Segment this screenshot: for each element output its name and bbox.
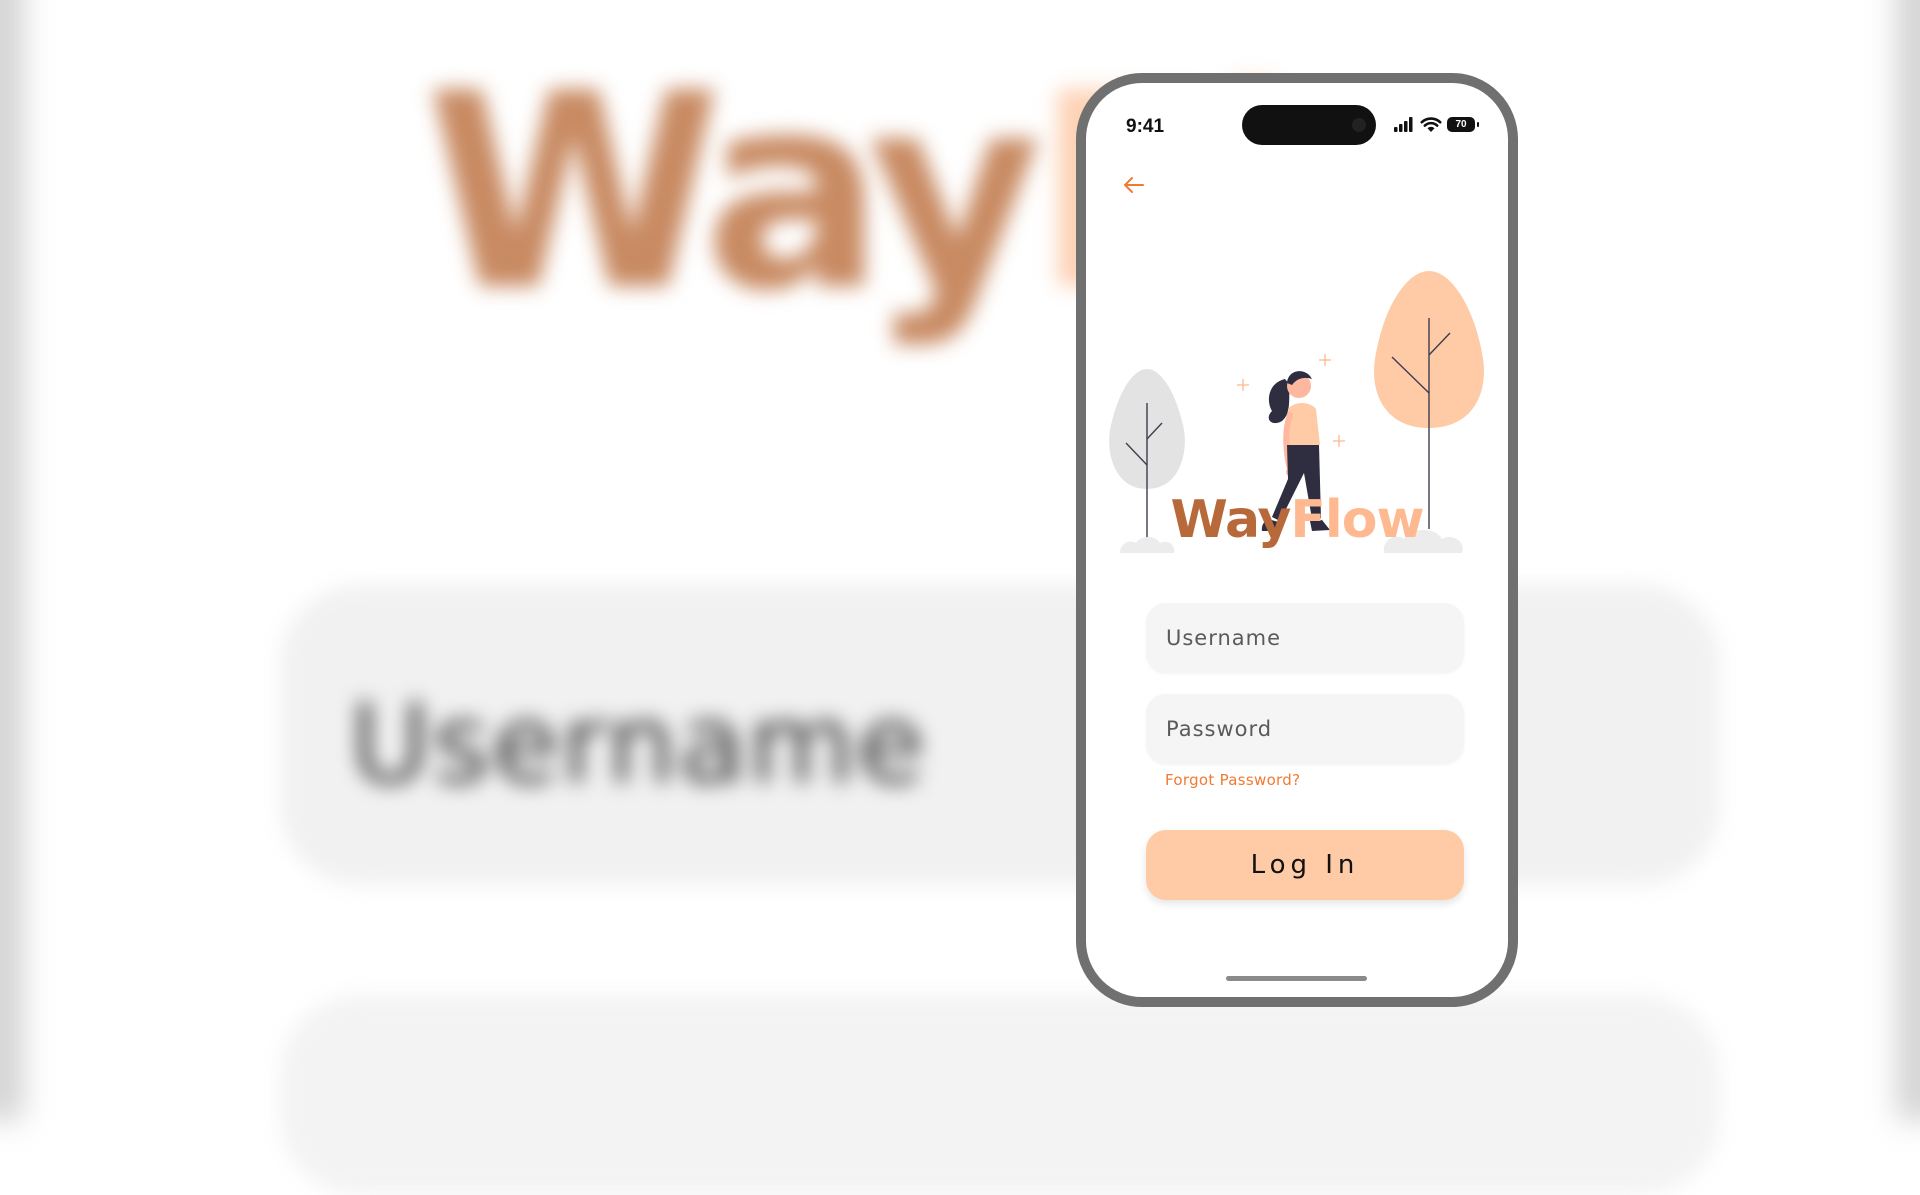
blurred-background: WayFl Username	[0, 0, 1920, 1195]
status-icons: 70	[1393, 116, 1483, 134]
background-edge-right	[1898, 0, 1920, 1120]
cellular-signal-icon	[1394, 117, 1413, 132]
background-card-lower	[280, 995, 1720, 1195]
wifi-icon	[1420, 117, 1442, 132]
phone-frame: 9:41 70 WayFlow Username Forgot Password…	[1076, 73, 1518, 1007]
brand-flow: Flow	[1290, 490, 1424, 550]
background-card-text: Username	[350, 680, 927, 808]
dynamic-island	[1242, 105, 1376, 145]
forgot-password-link[interactable]: Forgot Password?	[1165, 771, 1300, 789]
battery-icon: 70	[1447, 117, 1475, 132]
login-screen: 9:41 70 WayFlow Username Forgot Password…	[1086, 83, 1508, 997]
background-wordmark-way: Way	[425, 35, 1043, 350]
background-edge-left	[0, 0, 22, 1120]
home-indicator	[1226, 976, 1367, 981]
camera-icon	[1352, 118, 1366, 132]
username-field[interactable]	[1146, 603, 1464, 673]
app-logo-title: WayFlow	[1086, 490, 1508, 550]
login-button[interactable]: Log In	[1146, 830, 1464, 900]
password-field[interactable]	[1146, 694, 1464, 764]
battery-nub	[1477, 122, 1479, 127]
brand-way: Way	[1170, 490, 1292, 550]
status-time: 9:41	[1126, 116, 1165, 137]
